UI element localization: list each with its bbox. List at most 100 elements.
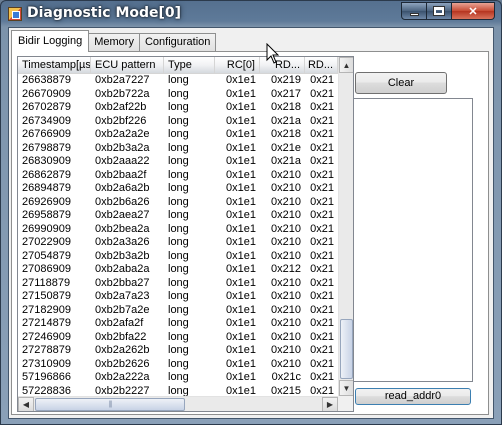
window-controls: ✕ (401, 2, 495, 20)
table-row[interactable]: 27150879 0xb2a7a23 long 0x1e1 0x210 0x21 (18, 290, 338, 304)
tab-configuration[interactable]: Configuration (138, 33, 217, 52)
cell-ecu-pattern: 0xb2b6a26 (95, 195, 150, 208)
table-row[interactable]: 26830909 0xb2aaa22 long 0x1e1 0x21a 0x21 (18, 155, 338, 169)
cell-rc0: 0x1e1 (226, 330, 256, 343)
table-row[interactable]: 26734909 0xb2bf226 long 0x1e1 0x21a 0x21 (18, 115, 338, 129)
table-row[interactable]: 26894879 0xb2a6a2b long 0x1e1 0x210 0x21 (18, 182, 338, 196)
cell-rd1: 0x210 (271, 222, 301, 235)
cell-rd2: 0x21 (310, 249, 334, 262)
cell-timestamp: 26638879 (22, 74, 71, 86)
cell-rd1: 0x210 (271, 168, 301, 181)
cell-type: long (168, 317, 189, 329)
table-row[interactable]: 27118879 0xb2bba27 long 0x1e1 0x210 0x21 (18, 277, 338, 291)
column-header-rd2[interactable]: RD... (305, 57, 338, 74)
table-row[interactable]: 27054879 0xb2b3a2b long 0x1e1 0x210 0x21 (18, 250, 338, 264)
cell-type: long (168, 209, 189, 221)
cell-type: long (168, 276, 189, 289)
cell-type: long (168, 87, 189, 100)
cell-ecu-pattern: 0xb2bba27 (95, 276, 150, 289)
table-row[interactable]: 27182909 0xb2b7a2e long 0x1e1 0x210 0x21 (18, 304, 338, 318)
cell-timestamp: 27054879 (22, 249, 71, 262)
arrow-up-icon: ▲ (342, 60, 351, 70)
cell-rc0: 0x1e1 (226, 317, 256, 329)
table-row[interactable]: 26702879 0xb2af22b long 0x1e1 0x218 0x21 (18, 101, 338, 115)
log-table[interactable]: Timestamp[µs] ECU pattern Type RC[0] RD.… (17, 56, 354, 412)
table-row[interactable]: 26958879 0xb2aea27 long 0x1e1 0x210 0x21 (18, 209, 338, 223)
cell-timestamp: 27246909 (22, 330, 71, 343)
output-listbox[interactable] (353, 98, 473, 382)
mouse-cursor-icon (266, 43, 280, 64)
arrow-left-icon: ◀ (22, 400, 30, 409)
cell-rc0: 0x1e1 (226, 357, 256, 370)
table-row[interactable]: 57196866 0xb2a222a long 0x1e1 0x21c 0x21 (18, 371, 338, 385)
cell-rd2: 0x21 (310, 128, 334, 140)
cell-rc0: 0x1e1 (226, 87, 256, 100)
cell-timestamp: 26798879 (22, 141, 71, 154)
cell-timestamp: 26766909 (22, 128, 71, 140)
cell-rc0: 0x1e1 (226, 74, 256, 86)
scroll-right-button[interactable]: ▶ (322, 397, 338, 411)
cell-rc0: 0x1e1 (226, 290, 256, 302)
cell-type: long (168, 249, 189, 262)
cell-timestamp: 26862879 (22, 168, 71, 181)
close-button[interactable]: ✕ (452, 2, 495, 20)
column-header-ecu-pattern[interactable]: ECU pattern (91, 57, 164, 74)
table-row[interactable]: 27278879 0xb2a262b long 0x1e1 0x210 0x21 (18, 344, 338, 358)
column-header-rc0[interactable]: RC[0] (215, 57, 260, 74)
cell-timestamp: 27022909 (22, 236, 71, 248)
minimize-button[interactable] (401, 2, 427, 20)
cell-timestamp: 26926909 (22, 195, 71, 208)
horizontal-scroll-thumb[interactable]: ||| (35, 398, 185, 411)
cell-ecu-pattern: 0xb2aaa22 (95, 155, 150, 167)
cell-ecu-pattern: 0xb2afa2f (95, 317, 144, 329)
cell-ecu-pattern: 0xb2b2626 (95, 357, 150, 370)
table-row[interactable]: 27310909 0xb2b2626 long 0x1e1 0x210 0x21 (18, 358, 338, 372)
column-header-type[interactable]: Type (164, 57, 215, 74)
vertical-scrollbar[interactable]: ▲ ▼ (338, 57, 353, 396)
maximize-button[interactable] (427, 2, 452, 20)
cell-ecu-pattern: 0xb2a3a26 (95, 236, 150, 248)
scroll-down-button[interactable]: ▼ (339, 380, 353, 396)
cell-rd2: 0x21 (310, 114, 334, 127)
cell-type: long (168, 155, 189, 167)
cell-rd1: 0x21e (271, 141, 301, 154)
cell-ecu-pattern: 0xb2bf226 (95, 114, 147, 127)
cell-rd2: 0x21 (310, 357, 334, 370)
column-header-timestamp[interactable]: Timestamp[µs] (18, 57, 91, 74)
cell-timestamp: 27118879 (22, 276, 71, 289)
table-row[interactable]: 26990909 0xb2bea2a long 0x1e1 0x210 0x21 (18, 223, 338, 237)
table-row[interactable]: 27022909 0xb2a3a26 long 0x1e1 0x210 0x21 (18, 236, 338, 250)
cell-ecu-pattern: 0xb2aea27 (95, 209, 150, 221)
cell-ecu-pattern: 0xb2b722a (95, 87, 150, 100)
cell-timestamp: 27182909 (22, 303, 71, 316)
cell-rd1: 0x210 (271, 249, 301, 262)
table-row[interactable]: 27214879 0xb2afa2f long 0x1e1 0x210 0x21 (18, 317, 338, 331)
scroll-up-button[interactable]: ▲ (339, 57, 353, 73)
horizontal-scrollbar[interactable]: ◀ ||| ▶ (18, 396, 338, 411)
table-row[interactable]: 26862879 0xb2baa2f long 0x1e1 0x210 0x21 (18, 169, 338, 183)
vertical-scroll-thumb[interactable] (340, 319, 353, 379)
scroll-left-button[interactable]: ◀ (18, 397, 34, 411)
tab-bidir-logging[interactable]: Bidir Logging (11, 30, 90, 52)
table-row[interactable]: 26798879 0xb2b3a2a long 0x1e1 0x21e 0x21 (18, 142, 338, 156)
read-addr-button[interactable]: read_addr0 (355, 388, 471, 405)
table-row[interactable]: 26638879 0xb2a7227 long 0x1e1 0x219 0x21 (18, 74, 338, 88)
cell-timestamp: 27086909 (22, 263, 71, 275)
cell-rc0: 0x1e1 (226, 195, 256, 208)
table-row[interactable]: 27086909 0xb2aba2a long 0x1e1 0x212 0x21 (18, 263, 338, 277)
cell-rd1: 0x210 (271, 195, 301, 208)
cell-rd1: 0x210 (271, 317, 301, 329)
cell-ecu-pattern: 0xb2aba2a (95, 263, 150, 275)
table-row[interactable]: 26670909 0xb2b722a long 0x1e1 0x217 0x21 (18, 88, 338, 102)
table-row[interactable]: 26926909 0xb2b6a26 long 0x1e1 0x210 0x21 (18, 196, 338, 210)
window-title: Diagnostic Mode[0] (27, 5, 182, 21)
cell-type: long (168, 114, 189, 127)
clear-button[interactable]: Clear (355, 72, 447, 94)
tab-memory[interactable]: Memory (88, 33, 140, 52)
table-row[interactable]: 27246909 0xb2bfa22 long 0x1e1 0x210 0x21 (18, 331, 338, 345)
cell-rd2: 0x21 (310, 317, 334, 329)
table-row[interactable]: 26766909 0xb2a2a2e long 0x1e1 0x218 0x21 (18, 128, 338, 142)
cell-ecu-pattern: 0xb2baa2f (95, 168, 147, 181)
cell-rc0: 0x1e1 (226, 209, 256, 221)
title-bar[interactable]: Diagnostic Mode[0] ✕ (1, 1, 501, 27)
